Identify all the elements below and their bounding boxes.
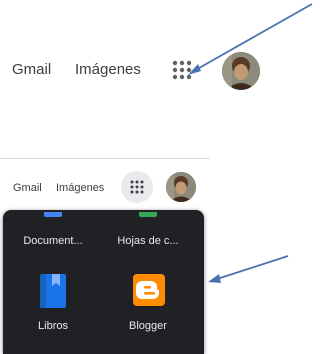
apps-grid-icon[interactable] (172, 60, 192, 80)
app-label: Document... (23, 235, 83, 247)
docs-icon (44, 212, 62, 217)
app-blogger[interactable]: Blogger (103, 268, 193, 340)
images-link[interactable]: Imágenes (75, 61, 141, 79)
avatar[interactable] (166, 172, 196, 202)
gmail-link[interactable]: Gmail (12, 61, 51, 79)
app-sheets[interactable]: Hojas de c... (103, 210, 193, 258)
apps-grid-button[interactable] (121, 171, 153, 203)
images-link[interactable]: Imágenes (56, 181, 104, 195)
gmail-link[interactable]: Gmail (13, 181, 42, 195)
apps-grid-icon (130, 180, 144, 194)
books-icon (40, 274, 66, 308)
app-label: Hojas de c... (117, 235, 179, 247)
apps-launcher-panel: Document... Hojas de c... Libros Blogger (3, 210, 204, 354)
app-docs[interactable]: Document... (13, 210, 93, 258)
app-label: Blogger (129, 320, 167, 332)
sheets-icon (139, 212, 157, 217)
google-header-large: Gmail Imágenes (0, 0, 315, 140)
avatar[interactable] (222, 52, 260, 90)
divider (0, 158, 210, 159)
blogger-icon (133, 274, 165, 306)
app-label: Libros (38, 320, 68, 332)
app-books[interactable]: Libros (13, 268, 93, 340)
arrow-bottom (208, 255, 289, 283)
